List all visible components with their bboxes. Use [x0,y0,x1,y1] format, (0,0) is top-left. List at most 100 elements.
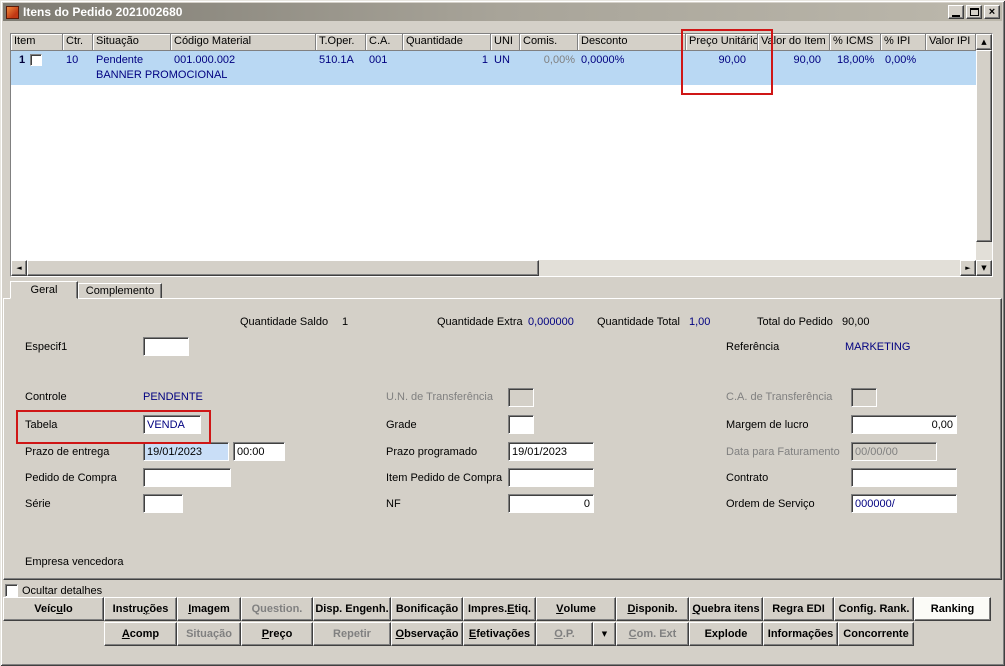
prazo-programado-input[interactable] [508,442,594,461]
data-faturamento-label: Data para Faturamento [726,446,840,458]
prazo-entrega-label: Prazo de entrega [25,446,110,458]
empresa-vencedora-label: Empresa vencedora [25,556,124,568]
total-pedido-value: 90,00 [842,316,870,328]
referencia-value: MARKETING [845,341,911,353]
total-pedido-label: Total do Pedido [757,316,833,328]
row-checkbox[interactable] [30,53,43,66]
veiculo-button[interactable]: Veíc u lo [3,597,104,621]
efetivacoes-button[interactable]: Efetivações [463,622,536,646]
cell-icms: 18,00% [837,53,875,66]
volume-button[interactable]: Volume [536,597,616,621]
pedido-compra-input[interactable] [143,468,231,487]
row-item-number: 1 [19,53,26,66]
op-button: O .P. [536,622,593,646]
close-button[interactable]: × [984,5,1000,19]
instrucoes-button[interactable]: Instru ç ões [104,597,177,621]
column-header-preco-unitario[interactable]: Preço Unitário [686,34,758,51]
tab-geral[interactable]: Geral [10,281,78,299]
column-header-desconto[interactable]: Desconto [578,34,686,51]
column-header-uni[interactable]: UNI [491,34,520,51]
disp-engenh-button[interactable]: Disp. Engenh. [313,597,391,621]
scroll-left-button[interactable]: ◄ [11,260,27,276]
scroll-up-icon: ▲ [981,38,987,46]
column-header-valor-do-item[interactable]: Valor do Item [758,34,830,51]
preco-button[interactable]: Preço [241,622,313,646]
observacao-button[interactable]: Observação [391,622,463,646]
quantidade-total-label: Quantidade Total [597,316,680,328]
informacoes-button[interactable]: Informações [763,622,838,646]
impres-etiq-button[interactable]: Impres. Etiq. [463,597,536,621]
column-header-comis[interactable]: Comis. [520,34,578,51]
column-header-situacao[interactable]: Situação [93,34,171,51]
ranking-button[interactable]: Ranking [914,597,991,621]
imagem-button[interactable]: Imagem [177,597,241,621]
cell-descricao-material: BANNER PROMOCIONAL [96,69,228,81]
nf-input[interactable] [508,494,594,513]
disponib-button[interactable]: Disponib. [616,597,689,621]
horizontal-scrollbar[interactable]: ◄ ► [11,260,976,276]
prazo-programado-label: Prazo programado [386,446,478,458]
column-header-codigo-material[interactable]: Código Material [171,34,316,51]
concorrente-button[interactable]: Concorrente [838,622,914,646]
cell-quantidade: 1 [481,53,488,66]
regra-edi-button[interactable]: Regra EDI [763,597,834,621]
explode-button[interactable]: Explode [689,622,763,646]
item-pedido-compra-label: Item Pedido de Compra [386,472,503,484]
contrato-label: Contrato [726,472,769,484]
title-bar: Itens do Pedido 2021002680 × [3,3,1002,21]
ca-transferencia-label: C.A. de Transferência [726,391,833,403]
config-rank-button[interactable]: Config. Rank. [834,597,914,621]
horizontal-scroll-thumb[interactable] [27,260,539,276]
app-icon [6,5,19,19]
ordem-servico-input[interactable] [851,494,957,513]
ocultar-detalhes-checkbox[interactable] [5,584,18,597]
scroll-down-icon: ▼ [981,264,987,272]
column-header-ctr[interactable]: Ctr. [63,34,93,51]
scroll-up-button[interactable]: ▲ [976,34,992,50]
contrato-input[interactable] [851,468,957,487]
scroll-down-button[interactable]: ▼ [976,260,992,276]
quantidade-extra-label: Quantidade Extra [437,316,523,328]
pedido-compra-label: Pedido de Compra [25,472,117,484]
op-dropdown-button[interactable]: ▼ [593,622,616,646]
tab-complemento[interactable]: Complemento [78,283,162,298]
repetir-button: Repetir [313,622,391,646]
cell-ca: 001 [369,53,388,66]
column-header-item[interactable]: Item [11,34,63,51]
margem-lucro-input[interactable] [851,415,957,434]
column-header-icms[interactable]: % ICMS [830,34,881,51]
tabela-label: Tabela [25,419,58,431]
cell-ctr: 10 [66,53,79,66]
serie-input[interactable] [143,494,183,513]
prazo-entrega-date-input[interactable] [143,442,229,461]
maximize-button[interactable] [966,5,982,19]
column-header-valor-ipi[interactable]: Valor IPI [926,34,976,51]
column-header-ipi[interactable]: % IPI [881,34,926,51]
acomp-button[interactable]: Acomp [104,622,177,646]
grid-header: Item Ctr. Situação Código Material T.Ope… [11,34,976,51]
grid-row-selected[interactable]: 1 10 Pendente 001.000.002 510.1A 001 1 U… [11,51,976,85]
quantidade-saldo-value: 1 [342,316,349,328]
tabela-input[interactable] [143,415,201,434]
item-pedido-compra-input[interactable] [508,468,594,487]
column-header-quantidade[interactable]: Quantidade [403,34,491,51]
grade-input[interactable] [508,415,534,434]
controle-value: PENDENTE [143,391,203,403]
prazo-entrega-time-input[interactable] [233,442,285,461]
especif1-input[interactable] [143,337,189,356]
vertical-scrollbar[interactable]: ▲ ▼ [976,34,992,276]
cell-comis: 0,00% [543,53,575,66]
minimize-button[interactable] [948,5,964,19]
grid-body: 1 10 Pendente 001.000.002 510.1A 001 1 U… [11,51,976,260]
vertical-scroll-thumb[interactable] [976,50,992,242]
question-button: Question. [241,597,313,621]
scroll-right-button[interactable]: ► [960,260,976,276]
column-header-ca[interactable]: C.A. [366,34,403,51]
ordem-servico-label: Ordem de Serviço [726,498,815,510]
column-header-t-oper[interactable]: T.Oper. [316,34,366,51]
quantidade-saldo-label: Quantidade Saldo [240,316,329,328]
bonificacao-button[interactable]: Bonificação [391,597,463,621]
quebra-itens-button[interactable]: Quebra itens [689,597,763,621]
cell-uni: UN [494,53,510,66]
data-faturamento-input [851,442,937,461]
